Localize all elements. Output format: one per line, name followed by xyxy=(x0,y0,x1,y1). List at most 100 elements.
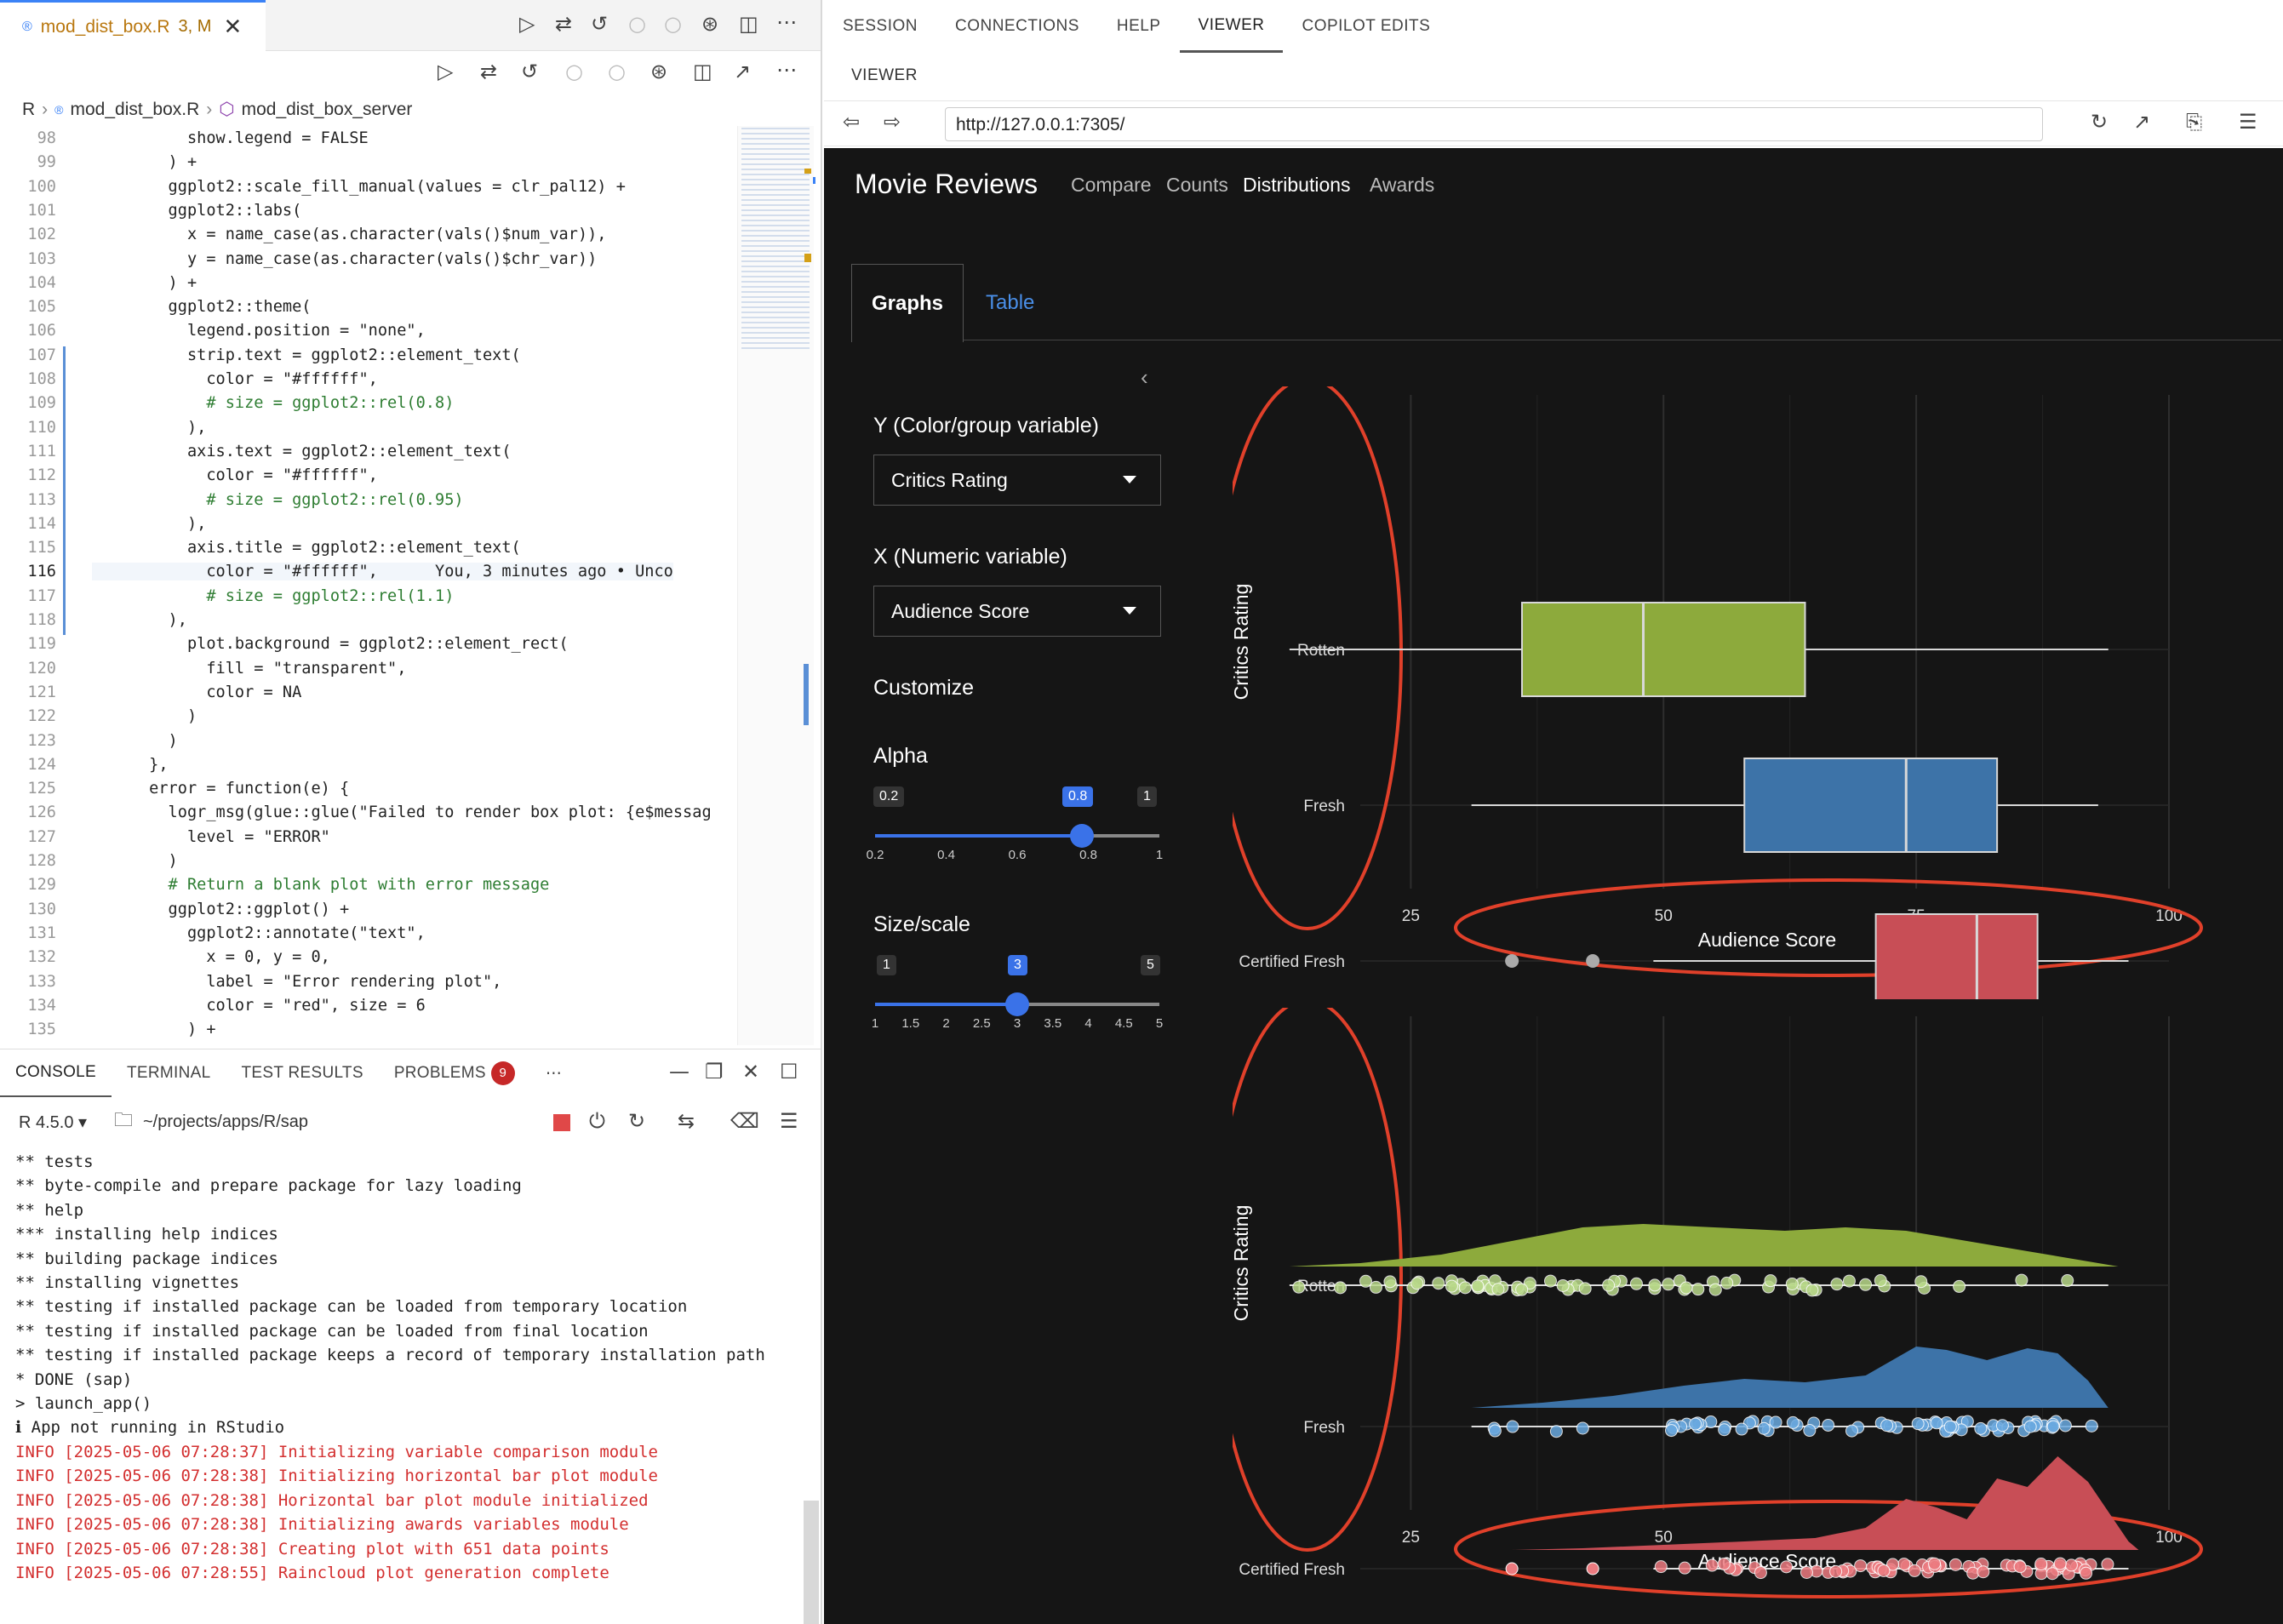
more-icon[interactable]: ⋯ xyxy=(776,10,797,34)
nav-awards[interactable]: Awards xyxy=(1370,174,1434,197)
url-input[interactable]: http://127.0.0.1:7305/ xyxy=(945,107,2043,141)
branch-icon[interactable]: ⊛ xyxy=(701,12,718,36)
stop-icon[interactable] xyxy=(553,1114,570,1131)
code-line[interactable]: ggplot2::annotate("text", xyxy=(92,924,426,942)
scrollbar[interactable] xyxy=(804,1501,819,1624)
git-next-icon[interactable]: ○ xyxy=(664,12,682,36)
code-line[interactable]: ggplot2::theme( xyxy=(92,298,312,316)
tab-viewer[interactable]: VIEWER xyxy=(1179,0,1284,53)
forward-icon[interactable]: ⇨ xyxy=(884,110,901,134)
split-editor-icon[interactable]: ◫ xyxy=(693,60,712,83)
code-line[interactable]: ) xyxy=(92,852,178,870)
close-icon[interactable]: ✕ xyxy=(742,1060,759,1084)
code-line[interactable]: color = "red", size = 6 xyxy=(92,997,425,1015)
nav-compare[interactable]: Compare xyxy=(1071,174,1152,197)
code-line[interactable]: ggplot2::labs( xyxy=(92,202,302,220)
tab-help[interactable]: HELP xyxy=(1098,0,1180,53)
code-line[interactable]: ) xyxy=(92,732,178,750)
code-line[interactable]: strip.text = ggplot2::element_text( xyxy=(92,346,521,364)
size-thumb[interactable] xyxy=(1005,992,1029,1016)
code-line[interactable]: fill = "transparent", xyxy=(92,660,406,678)
tab-problems[interactable]: PROBLEMS 9 xyxy=(379,1049,530,1097)
split-editor-icon[interactable]: ◫ xyxy=(739,12,758,36)
code-line[interactable]: ), xyxy=(92,611,187,629)
code-line[interactable]: show.legend = FALSE xyxy=(92,129,369,147)
alpha-thumb[interactable] xyxy=(1070,824,1094,848)
tab-session[interactable]: SESSION xyxy=(824,0,936,53)
tab-table[interactable]: Table xyxy=(986,264,1034,342)
breadcrumb-file[interactable]: mod_dist_box.R xyxy=(71,100,200,120)
breadcrumb-folder[interactable]: R xyxy=(22,100,35,120)
code-line[interactable]: ggplot2::scale_fill_manual(values = clr_… xyxy=(92,178,626,196)
minimize-icon[interactable]: — xyxy=(669,1060,689,1084)
code-line[interactable]: plot.background = ggplot2::element_rect( xyxy=(92,635,569,653)
code-line[interactable]: ) xyxy=(92,707,197,725)
tab-graphs[interactable]: Graphs xyxy=(851,264,964,342)
code-line[interactable]: x = name_case(as.character(vals()$num_va… xyxy=(92,226,607,243)
code-editor[interactable]: 98 show.legend = FALSE 99 ) + 100 ggplot2:… xyxy=(0,126,737,1047)
tab-connections[interactable]: CONNECTIONS xyxy=(936,0,1098,53)
code-line[interactable]: level = "ERROR" xyxy=(92,828,330,846)
code-line[interactable]: color = "#ffffff", xyxy=(92,370,378,388)
code-line[interactable]: # size = ggplot2::rel(1.1) xyxy=(92,587,454,605)
open-external-icon[interactable]: ↗ xyxy=(734,60,751,83)
y-variable-select[interactable]: Critics Rating xyxy=(873,455,1161,506)
code-line[interactable]: axis.text = ggplot2::element_text( xyxy=(92,443,512,460)
tab-terminal[interactable]: TERMINAL xyxy=(112,1049,226,1097)
code-line[interactable]: # size = ggplot2::rel(0.8) xyxy=(92,394,454,412)
app-brand[interactable]: Movie Reviews xyxy=(855,169,1038,200)
console-output[interactable]: ** tests ** byte-compile and prepare pack… xyxy=(15,1150,815,1585)
r-version-selector[interactable]: R 4.5.0 ▾ xyxy=(19,1112,87,1133)
code-line[interactable]: ), xyxy=(92,515,206,533)
editor-tab[interactable]: ® mod_dist_box.R 3, M ✕ xyxy=(0,0,266,51)
copy-icon[interactable]: ⎘ xyxy=(2186,110,2202,134)
code-line[interactable]: color = "#ffffff", xyxy=(92,466,378,484)
code-line[interactable]: y = name_case(as.character(vals()$chr_va… xyxy=(92,250,597,268)
git-back-icon[interactable]: ↺ xyxy=(521,60,538,83)
compare-icon[interactable]: ⇄ xyxy=(555,12,572,36)
power-icon[interactable]: ⏻ xyxy=(589,1109,605,1133)
tab-console[interactable]: CONSOLE xyxy=(0,1049,112,1097)
code-line[interactable]: ), xyxy=(92,419,206,437)
code-line[interactable]: axis.title = ggplot2::element_text( xyxy=(92,539,521,557)
code-line[interactable]: }, xyxy=(92,756,168,774)
scrollbar[interactable] xyxy=(804,664,809,725)
compare-icon[interactable]: ⇄ xyxy=(480,60,497,83)
breadcrumb-symbol[interactable]: mod_dist_box_server xyxy=(242,100,413,120)
code-line[interactable]: ) + xyxy=(92,1021,216,1038)
tab-test-results[interactable]: TEST RESULTS xyxy=(226,1049,378,1097)
list-icon[interactable]: ☰ xyxy=(780,1109,798,1133)
swap-icon[interactable]: ⇆ xyxy=(678,1109,695,1133)
git-prev-icon[interactable]: ○ xyxy=(628,12,646,36)
git-back-icon[interactable]: ↺ xyxy=(591,12,608,36)
code-line[interactable]: logr_msg(glue::glue("Failed to render bo… xyxy=(92,803,712,821)
code-line[interactable]: error = function(e) { xyxy=(92,780,349,798)
more-icon[interactable]: ⋯ xyxy=(776,58,797,82)
more-icon[interactable]: ⋯ xyxy=(530,1049,577,1097)
code-line[interactable]: ggplot2::ggplot() + xyxy=(92,901,350,918)
run-icon[interactable]: ▷ xyxy=(438,60,453,83)
nav-distributions[interactable]: Distributions xyxy=(1243,174,1351,197)
tab-copilot-edits[interactable]: COPILOT EDITS xyxy=(1283,0,1449,53)
code-line[interactable]: color = NA xyxy=(92,683,301,701)
back-icon[interactable]: ⇦ xyxy=(843,110,860,134)
clear-icon[interactable]: ☰ xyxy=(2239,110,2257,134)
run-icon[interactable]: ▷ xyxy=(519,12,535,36)
close-icon[interactable]: ✕ xyxy=(223,14,242,40)
maximize-icon[interactable]: ☐ xyxy=(780,1060,798,1084)
code-line[interactable]: label = "Error rendering plot", xyxy=(92,973,501,991)
branch-icon[interactable]: ⊛ xyxy=(650,60,667,83)
collapse-sidebar-icon[interactable]: ‹ xyxy=(1141,364,1148,391)
refresh-icon[interactable]: ↻ xyxy=(2091,110,2108,134)
nav-counts[interactable]: Counts xyxy=(1166,174,1228,197)
git-next-icon[interactable]: ○ xyxy=(608,60,626,83)
clear-icon[interactable]: ⌫ xyxy=(730,1109,759,1133)
x-variable-select[interactable]: Audience Score xyxy=(873,586,1161,637)
restart-icon[interactable]: ↻ xyxy=(628,1109,645,1133)
code-line[interactable]: ) + xyxy=(92,153,197,171)
open-external-icon[interactable]: ↗ xyxy=(2133,110,2150,134)
code-line[interactable]: # size = ggplot2::rel(0.95) xyxy=(92,491,463,509)
minimap[interactable] xyxy=(737,126,815,1045)
code-line[interactable]: color = "#ffffff", You, 3 minutes ago • … xyxy=(92,563,673,581)
code-line[interactable]: # Return a blank plot with error message xyxy=(92,876,550,894)
